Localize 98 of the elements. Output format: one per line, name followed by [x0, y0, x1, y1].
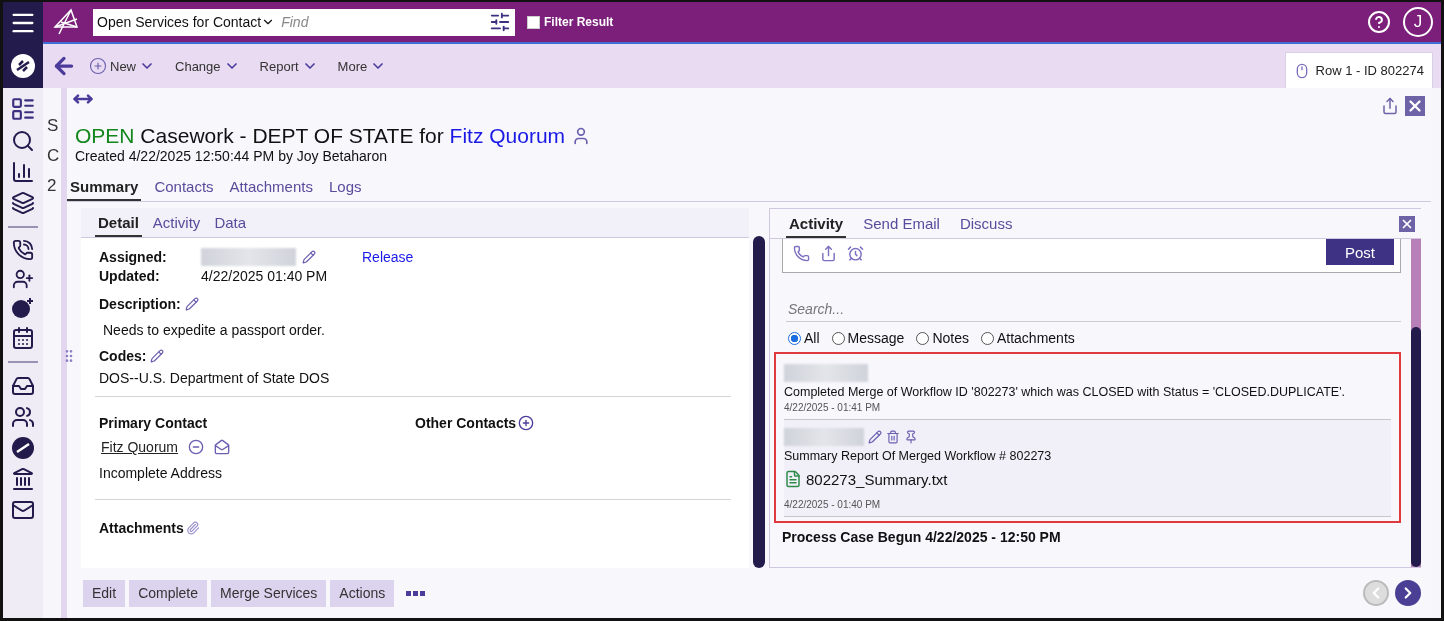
close-icon [1406, 97, 1424, 115]
users-icon[interactable] [11, 405, 35, 429]
action-button[interactable]: Actions [330, 579, 395, 607]
post-button[interactable]: Post [1326, 239, 1394, 265]
section-heading: Primary Contact [99, 415, 209, 431]
inbox-icon[interactable] [11, 374, 35, 398]
add-icon[interactable] [89, 57, 107, 75]
close-button[interactable] [1405, 96, 1425, 116]
created-info: Created 4/22/2025 12:50:44 PM by Joy Betaharon [74, 148, 389, 164]
contact-link[interactable]: Fitz Quorum [449, 124, 566, 147]
bar-chart-icon[interactable] [11, 160, 35, 184]
record-tab[interactable]: Row 1 - ID 802274 [1284, 52, 1433, 88]
search-icon[interactable] [11, 129, 35, 153]
search-field[interactable]: Open Services for Contact Find [93, 8, 515, 36]
field-value: Needs to expedite a passport order. [103, 322, 325, 338]
action-button[interactable]: Edit [83, 579, 126, 607]
radio-label: Notes [932, 330, 969, 346]
add-icon[interactable] [518, 415, 535, 431]
close-button[interactable] [1399, 215, 1415, 232]
tab[interactable]: Contacts [151, 172, 217, 201]
address-text: Incomplete Address [99, 465, 222, 481]
field-label: Updated: [99, 268, 161, 284]
list-text: C [47, 146, 61, 166]
action-button[interactable]: Merge Services [211, 579, 327, 607]
activity-composer[interactable]: Post [782, 239, 1401, 273]
tab[interactable]: Summary [67, 172, 142, 201]
file-link[interactable]: 802273_Summary.txt [806, 470, 948, 488]
mail-open-icon[interactable] [214, 439, 230, 455]
user-avatar[interactable]: J [1403, 7, 1433, 37]
section-heading: Process Case Begun 4/22/2025 - 12:50 PM [782, 528, 1062, 545]
scrollbar[interactable] [753, 236, 765, 568]
activity-text: Completed Merge of Workflow ID '802273' which was CLOSED with Status = 'CLOSED.DUPLICATE'. [784, 385, 1347, 399]
section-heading: Attachments [99, 520, 184, 536]
list-text: S [47, 116, 60, 136]
toolbar-menu-button[interactable]: New [81, 57, 163, 75]
action-button[interactable]: Complete [129, 579, 208, 607]
tab[interactable]: Detail [95, 208, 142, 237]
radio-label: All [804, 330, 820, 346]
tab[interactable]: Data [211, 208, 250, 237]
filter-result-label: Filter Result [544, 15, 614, 29]
view-select[interactable]: Open Services for Contact [97, 14, 276, 30]
activity-text: Summary Report Of Merged Workflow # 802273 [784, 449, 1053, 463]
scrollbar[interactable] [1411, 239, 1421, 567]
tab[interactable]: Discuss [956, 209, 1016, 238]
activity-time: 4/22/2025 - 01:40 PM [784, 499, 882, 510]
edit-icon[interactable] [302, 250, 316, 264]
share-icon[interactable] [1381, 97, 1399, 115]
edit-icon[interactable] [150, 349, 165, 363]
circle-logo-icon[interactable] [10, 53, 36, 79]
add-user-icon[interactable] [12, 268, 34, 290]
remove-icon[interactable] [188, 439, 204, 455]
toolbar-menu-button[interactable]: More [329, 58, 395, 74]
help-icon[interactable] [1367, 10, 1391, 34]
logo-icon[interactable] [51, 7, 81, 37]
mail-icon[interactable] [11, 498, 35, 522]
field-value: 4/22/2025 01:40 PM [201, 268, 328, 284]
radio-button[interactable] [916, 331, 930, 345]
paperclip-icon[interactable] [185, 521, 200, 535]
tab[interactable]: Send Email [860, 209, 943, 238]
filter-settings-icon[interactable] [489, 11, 511, 33]
add-circle-icon[interactable] [11, 297, 35, 319]
radio-button[interactable] [831, 331, 845, 345]
layers-icon[interactable] [11, 191, 35, 215]
checkbox[interactable] [527, 15, 540, 29]
release-link[interactable]: Release [362, 249, 414, 265]
toolbar-menu-button[interactable]: Report [251, 58, 326, 74]
delete-icon[interactable] [886, 430, 900, 444]
circle-logo-icon[interactable] [11, 436, 35, 460]
alarm-icon[interactable] [847, 245, 864, 262]
bank-icon[interactable] [11, 467, 35, 491]
share-icon[interactable] [820, 245, 837, 262]
phone-icon[interactable] [12, 239, 34, 261]
list-view-icon[interactable] [10, 96, 36, 122]
more-icon[interactable] [406, 590, 426, 596]
calendar-icon[interactable] [11, 326, 35, 350]
tab[interactable]: Logs [325, 172, 365, 201]
radio-button[interactable] [980, 331, 994, 345]
field-label: Codes: [99, 348, 147, 364]
next-button[interactable] [1395, 580, 1421, 606]
edit-icon[interactable] [868, 430, 882, 444]
field-label: Assigned: [99, 249, 168, 265]
list-text: 2 [47, 176, 58, 196]
field-label: Description: [99, 296, 181, 312]
field-value: DOS--U.S. Department of State DOS [99, 370, 330, 386]
tab[interactable]: Activity [149, 208, 204, 237]
radio-label: Attachments [996, 330, 1075, 346]
case-title: OPEN Casework - DEPT OF STATE for Fitz Quorum [67, 110, 1431, 148]
search-field[interactable]: Search... [786, 297, 1401, 322]
tab[interactable]: Attachments [226, 172, 316, 201]
radio-button[interactable] [788, 331, 801, 345]
text-file-icon[interactable] [784, 470, 802, 488]
section-heading: Other Contacts [415, 415, 517, 431]
activity-time: 4/22/2025 - 01:41 PM [784, 402, 882, 413]
pin-icon[interactable] [904, 430, 918, 444]
toolbar-menu-button[interactable]: Change [167, 58, 248, 74]
radio-label: Message [847, 330, 905, 346]
contact-link[interactable]: Fitz Quorum [101, 439, 178, 455]
edit-icon[interactable] [184, 297, 199, 311]
